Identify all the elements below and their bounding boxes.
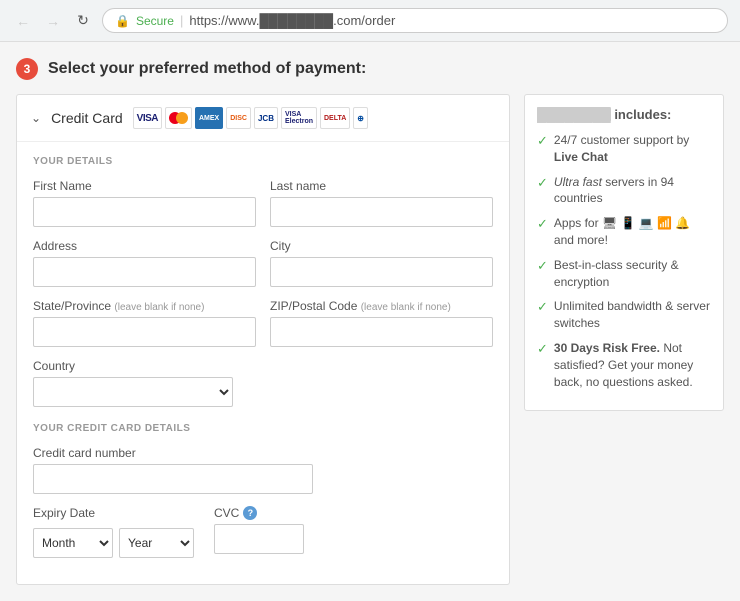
last-name-input[interactable] [270, 197, 493, 227]
brand-name: ████████ [537, 107, 611, 122]
city-group: City [270, 239, 493, 287]
city-label: City [270, 239, 493, 253]
main-layout: ⌄ Credit Card VISA AMEX [16, 94, 724, 585]
feature-text: 24/7 customer support by Live Chat [554, 132, 711, 166]
country-label: Country [33, 359, 233, 373]
feature-text: Unlimited bandwidth & server switches [554, 298, 711, 332]
lock-icon: 🔒 [115, 14, 130, 28]
expiry-group: Expiry Date Month 010203 040506 070809 1… [33, 506, 194, 558]
last-name-group: Last name [270, 179, 493, 227]
first-name-input[interactable] [33, 197, 256, 227]
feature-item: ✓ Apps for 🖥 📱 💻 📶 🔔 and more! [537, 215, 711, 249]
cvc-info-icon[interactable]: ? [243, 506, 257, 520]
discover-icon: DISC [226, 107, 251, 129]
expiry-selects: Month 010203 040506 070809 101112 Year 2… [33, 528, 194, 558]
includes-label: includes: [614, 107, 671, 122]
card-icons: VISA AMEX DISC [133, 107, 368, 129]
zip-input[interactable] [270, 317, 493, 347]
cvc-label: CVC [214, 506, 239, 520]
delta-icon: DELTA [320, 107, 350, 129]
secure-label: Secure [136, 14, 174, 28]
feature-text: Apps for 🖥 📱 💻 📶 🔔 and more! [554, 215, 711, 249]
sidebar-brand: ████████ includes: [537, 107, 711, 122]
step-heading: 3 Select your preferred method of paymen… [16, 58, 724, 80]
address-group: Address [33, 239, 256, 287]
refresh-button[interactable]: ↻ [72, 10, 94, 32]
sidebar-content: ████████ includes: ✓ 24/7 customer suppo… [524, 94, 724, 411]
country-select[interactable] [33, 377, 233, 407]
card-number-group: Credit card number [33, 446, 313, 494]
city-input[interactable] [270, 257, 493, 287]
expiry-label: Expiry Date [33, 506, 194, 520]
first-name-group: First Name [33, 179, 256, 227]
check-icon: ✓ [537, 215, 548, 233]
month-select[interactable]: Month 010203 040506 070809 101112 [33, 528, 113, 558]
address-bar[interactable]: 🔒 Secure | https://www.████████.com/orde… [102, 8, 728, 33]
feature-text: Ultra fast servers in 94 countries [554, 174, 711, 208]
diners-icon: ⊕ [353, 107, 368, 129]
method-label: Credit Card [51, 110, 123, 126]
feature-item: ✓ Best-in-class security & encryption [537, 257, 711, 291]
feature-item: ✓ Unlimited bandwidth & server switches [537, 298, 711, 332]
amex-icon: AMEX [195, 107, 223, 129]
feature-text: 30 Days Risk Free. Not satisfied? Get yo… [554, 340, 711, 390]
back-button[interactable]: ← [12, 10, 34, 32]
form-area: YOUR DETAILS First Name Last name Ad [17, 142, 509, 584]
sidebar: ████████ includes: ✓ 24/7 customer suppo… [524, 94, 724, 585]
cvc-group: CVC ? [214, 506, 304, 554]
browser-chrome: ← → ↻ 🔒 Secure | https://www.████████.co… [0, 0, 740, 42]
check-icon: ✓ [537, 257, 548, 275]
check-icon: ✓ [537, 298, 548, 316]
mastercard-icon [165, 107, 192, 129]
state-label: State/Province (leave blank if none) [33, 299, 256, 313]
name-row: First Name Last name [33, 179, 493, 227]
check-icon: ✓ [537, 340, 548, 358]
expiry-cvc-row: Expiry Date Month 010203 040506 070809 1… [33, 506, 493, 558]
payment-method-header[interactable]: ⌄ Credit Card VISA AMEX [17, 95, 509, 142]
state-group: State/Province (leave blank if none) [33, 299, 256, 347]
feature-item: ✓ 24/7 customer support by Live Chat [537, 132, 711, 166]
url-divider: | [180, 13, 183, 28]
cvc-label-row: CVC ? [214, 506, 304, 520]
card-details-label: YOUR CREDIT CARD DETAILS [33, 423, 493, 434]
forward-button[interactable]: → [42, 10, 64, 32]
visa-icon: VISA [133, 107, 162, 129]
jcb-icon: JCB [254, 107, 278, 129]
your-details-label: YOUR DETAILS [33, 156, 493, 167]
country-row: Country [33, 359, 493, 407]
visa-electron-icon: VISAElectron [281, 107, 317, 129]
page-content: 3 Select your preferred method of paymen… [0, 42, 740, 601]
check-icon: ✓ [537, 174, 548, 192]
payment-panel: ⌄ Credit Card VISA AMEX [16, 94, 510, 585]
card-number-label: Credit card number [33, 446, 313, 460]
last-name-label: Last name [270, 179, 493, 193]
zip-group: ZIP/Postal Code (leave blank if none) [270, 299, 493, 347]
state-zip-row: State/Province (leave blank if none) ZIP… [33, 299, 493, 347]
step-number: 3 [16, 58, 38, 80]
feature-item: ✓ 30 Days Risk Free. Not satisfied? Get … [537, 340, 711, 390]
card-number-input[interactable] [33, 464, 313, 494]
year-select[interactable]: Year 202420252026 2027202820292030 [119, 528, 194, 558]
feature-item: ✓ Ultra fast servers in 94 countries [537, 174, 711, 208]
country-group: Country [33, 359, 233, 407]
zip-label: ZIP/Postal Code (leave blank if none) [270, 299, 493, 313]
address-row: Address City [33, 239, 493, 287]
chevron-down-icon: ⌄ [31, 111, 41, 125]
feature-text: Best-in-class security & encryption [554, 257, 711, 291]
cvc-input[interactable] [214, 524, 304, 554]
address-input[interactable] [33, 257, 256, 287]
url-text: https://www.████████.com/order [189, 13, 395, 28]
first-name-label: First Name [33, 179, 256, 193]
card-number-row: Credit card number [33, 446, 493, 494]
feature-list: ✓ 24/7 customer support by Live Chat ✓ U… [537, 132, 711, 390]
state-input[interactable] [33, 317, 256, 347]
step-title: Select your preferred method of payment: [48, 60, 366, 78]
address-label: Address [33, 239, 256, 253]
check-icon: ✓ [537, 132, 548, 150]
